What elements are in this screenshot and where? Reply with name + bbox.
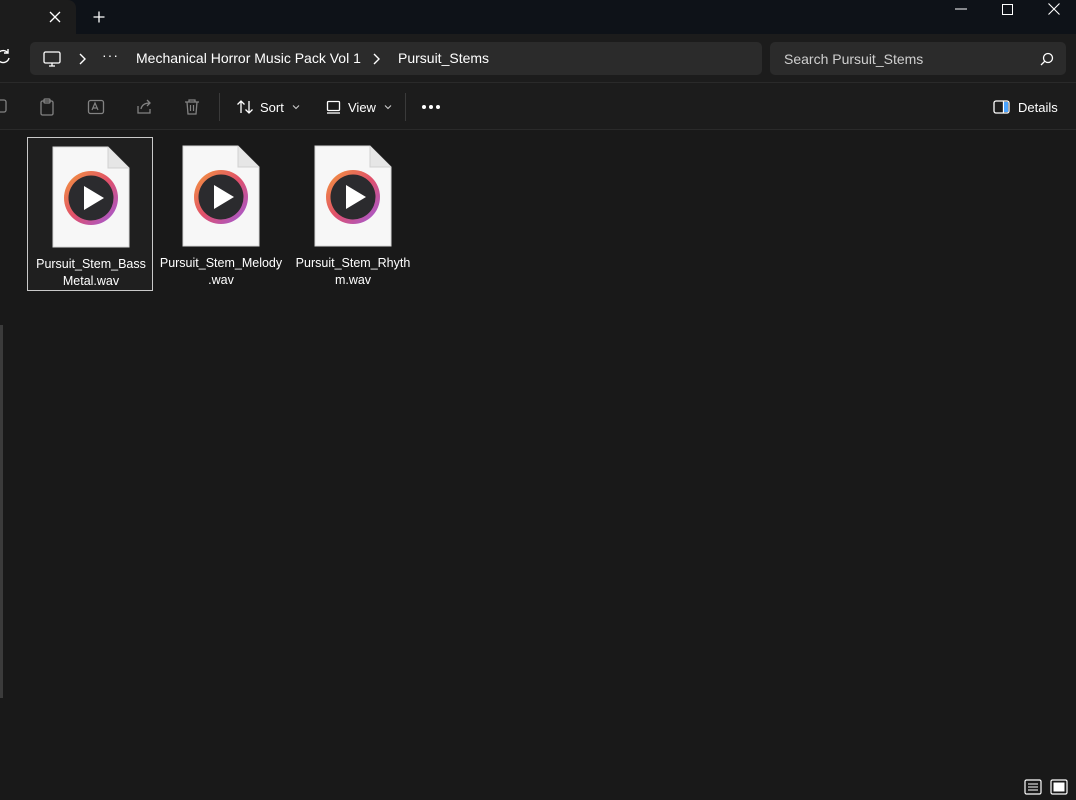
audio-file-icon <box>314 145 392 247</box>
file-name: Pursuit_Stem_Rhyth m.wav <box>295 256 411 287</box>
search-icon[interactable] <box>1040 52 1054 66</box>
sort-button[interactable]: Sort <box>236 95 300 119</box>
details-button[interactable]: Details <box>993 95 1058 119</box>
file-item[interactable]: Pursuit_Stem_Melody .wav <box>158 137 284 291</box>
address-row: ··· Mechanical Horror Music Pack Vol 1 P… <box>0 34 1076 82</box>
search-placeholder[interactable]: Search Pursuit_Stems <box>784 51 923 67</box>
audio-file-icon <box>52 146 130 248</box>
sort-icon <box>237 100 253 114</box>
toolbar-divider <box>219 93 220 121</box>
delete-icon[interactable] <box>183 98 201 116</box>
file-item[interactable]: Pursuit_Stem_Bass Metal.wav <box>27 137 153 291</box>
close-icon <box>1048 3 1060 15</box>
monitor-icon[interactable] <box>42 49 62 69</box>
refresh-icon[interactable] <box>0 48 12 66</box>
title-bar <box>0 0 1076 34</box>
view-label: View <box>348 99 376 115</box>
close-window-button[interactable] <box>1031 0 1076 18</box>
active-tab[interactable] <box>0 0 76 34</box>
new-tab-button[interactable] <box>88 6 110 28</box>
search-box[interactable]: Search Pursuit_Stems <box>770 42 1066 75</box>
maximize-button[interactable] <box>984 0 1030 18</box>
copy-icon[interactable] <box>0 98 10 116</box>
audio-file-icon <box>182 145 260 247</box>
large-icons-view-icon[interactable] <box>1050 779 1068 795</box>
scrollbar[interactable] <box>0 325 3 698</box>
paste-icon[interactable] <box>38 98 56 116</box>
details-pane-icon <box>993 100 1010 114</box>
minimize-icon <box>955 8 967 10</box>
ellipsis-icon: ··· <box>102 47 119 63</box>
file-name: Pursuit_Stem_Melody .wav <box>159 256 283 287</box>
chevron-down-icon <box>384 105 392 110</box>
maximize-icon <box>1001 3 1013 15</box>
breadcrumb-item-current[interactable]: Pursuit_Stems <box>398 50 489 66</box>
breadcrumb-item-pack[interactable]: Mechanical Horror Music Pack Vol 1 <box>136 50 361 66</box>
chevron-right-icon[interactable] <box>370 52 382 66</box>
rename-icon[interactable] <box>87 98 105 116</box>
plus-icon <box>93 11 105 23</box>
sort-label: Sort <box>260 99 284 115</box>
more-options-button[interactable] <box>420 97 442 117</box>
details-view-icon[interactable] <box>1024 779 1042 795</box>
minimize-button[interactable] <box>938 0 984 18</box>
close-icon <box>49 11 61 23</box>
breadcrumb-overflow-button[interactable]: ··· <box>102 47 122 67</box>
file-name: Pursuit_Stem_Bass Metal.wav <box>36 257 146 288</box>
chevron-right-icon[interactable] <box>76 52 88 66</box>
view-icon <box>326 100 341 114</box>
toolbar-divider <box>405 93 406 121</box>
address-bar[interactable]: ··· Mechanical Horror Music Pack Vol 1 P… <box>30 42 762 75</box>
share-icon[interactable] <box>135 98 153 116</box>
view-button[interactable]: View <box>326 95 392 119</box>
tab-close-button[interactable] <box>44 6 66 28</box>
more-icon <box>422 105 426 109</box>
chevron-down-icon <box>292 105 300 110</box>
command-bar: Sort View Details <box>0 82 1076 130</box>
file-list-pane[interactable]: Pursuit_Stem_Bass Metal.wav Pursuit_Stem… <box>0 130 1076 774</box>
file-item[interactable]: Pursuit_Stem_Rhyth m.wav <box>290 137 416 291</box>
details-label: Details <box>1018 99 1058 115</box>
status-bar <box>0 774 1076 800</box>
